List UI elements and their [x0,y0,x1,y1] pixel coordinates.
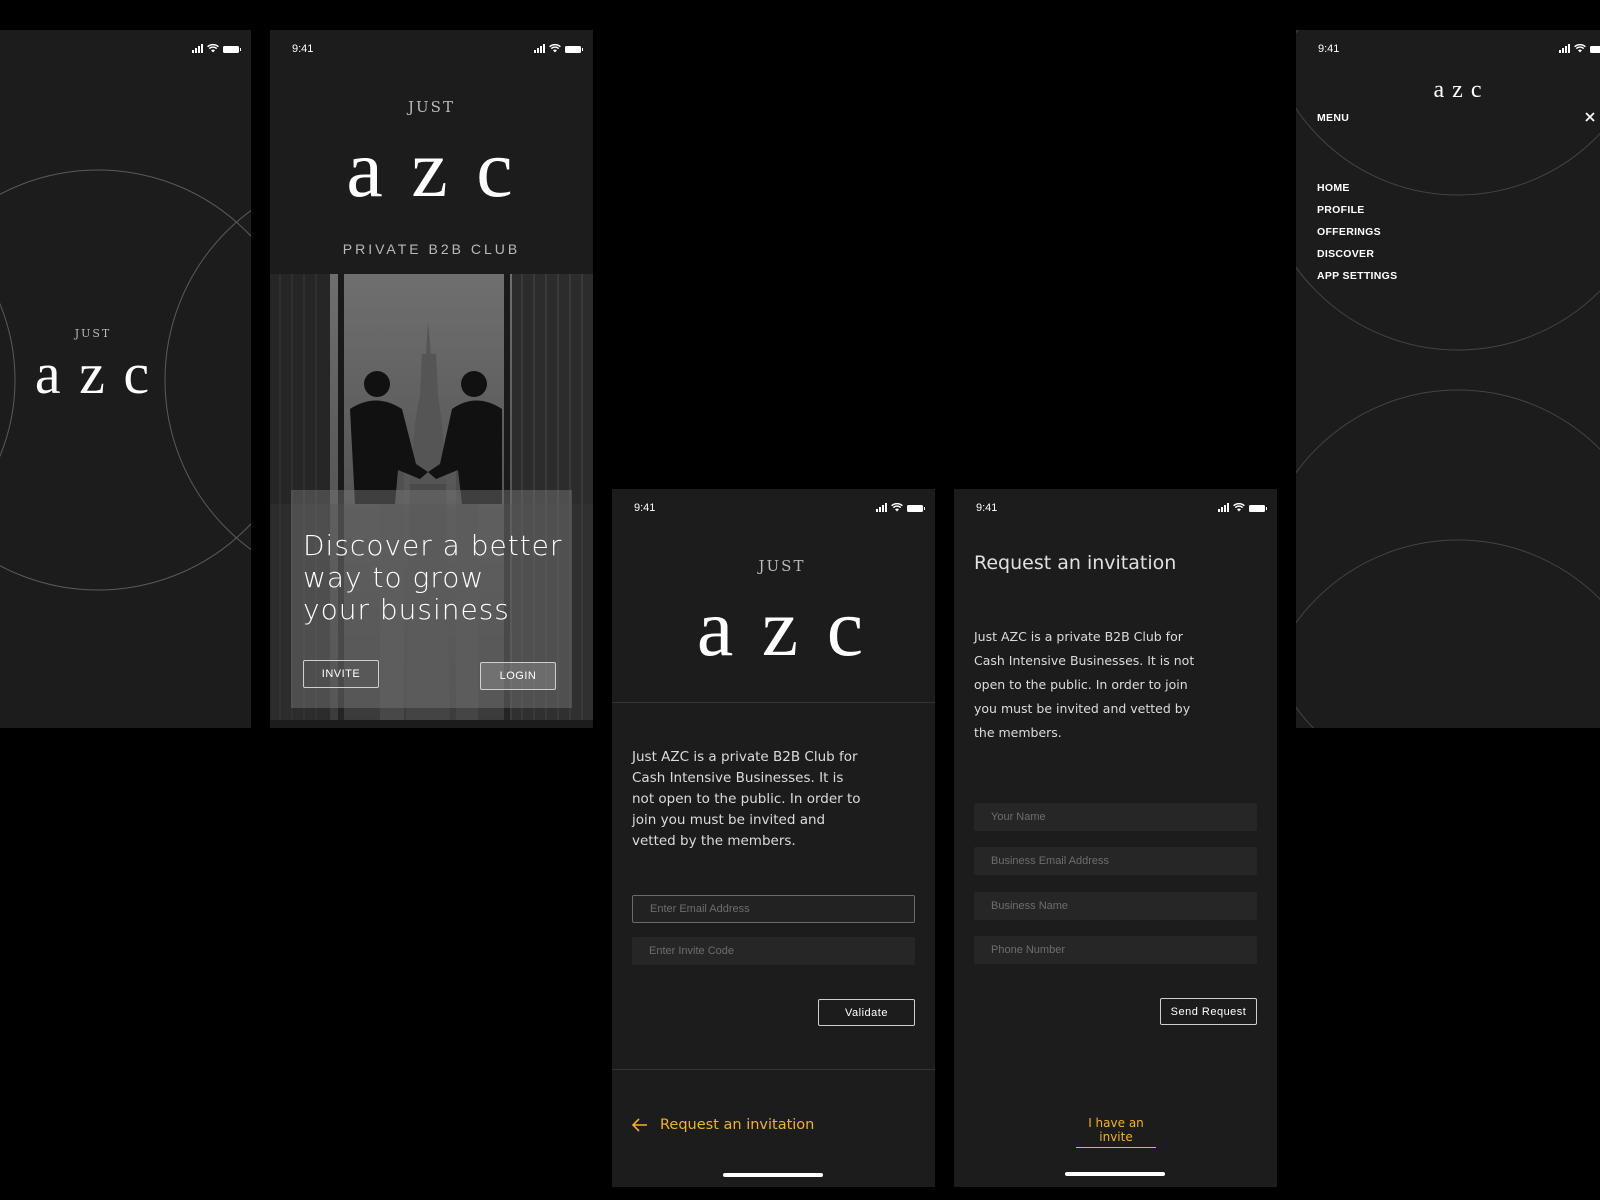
menu-screen: 9:41 a z c MENU HOME PROFILE OFFERINGS D… [1296,30,1600,728]
status-bar: 9:41 [612,489,935,529]
description: Just AZC is a private B2B Club for Cash … [632,747,861,852]
request-invitation-label: Request an invitation [660,1117,815,1133]
description-line-4: join you must be invited and [632,812,826,828]
description-line-3: open to the public. In order to join [974,677,1188,692]
status-icons [1218,503,1267,512]
headline-line-3: your business [303,593,510,626]
divider-top [612,702,935,703]
menu-item-app-settings[interactable]: APP SETTINGS [1317,270,1397,282]
page-title: Request an invitation [974,552,1177,574]
headline-line-1: Discover a better [303,529,563,562]
description-line-2: Cash Intensive Businesses. It is not [974,653,1195,668]
signal-icon [534,44,545,53]
invite-code-field[interactable]: Enter Invite Code [632,937,915,965]
description-line-5: vetted by the members. [632,833,796,849]
description: Just AZC is a private B2B Club for Cash … [974,625,1194,745]
status-bar: 9:41 [954,489,1277,529]
request-screen: 9:41 Request an invitation Just AZC is a… [954,489,1277,1187]
home-indicator [1065,1172,1165,1176]
battery-icon [565,46,583,53]
splash-screen: JUST a z c [0,30,251,728]
send-request-button[interactable]: Send Request [1160,998,1257,1025]
description-line-2: Cash Intensive Businesses. It is [632,770,844,786]
divider-bottom [612,1069,935,1070]
description-line-1: Just AZC is a private B2B Club for [974,629,1183,644]
logo-just: JUST [408,98,455,116]
status-bar: 9:41 [270,30,593,70]
description-line-5: the members. [974,725,1062,740]
logo-azc: a z c [696,582,868,673]
invite-button[interactable]: INVITE [303,660,379,688]
menu-item-discover[interactable]: DISCOVER [1317,248,1374,260]
status-time: 9:41 [634,502,656,514]
description-line-1: Just AZC is a private B2B Club for [632,749,858,765]
wifi-icon [1233,503,1245,512]
close-icon[interactable] [1584,110,1596,122]
hero-card: Discover a better way to grow your busin… [291,490,572,708]
phone-field[interactable]: Phone Number [974,936,1257,964]
menu-item-offerings[interactable]: OFFERINGS [1317,226,1381,238]
arrow-left-icon [632,1118,647,1132]
email-field[interactable]: Enter Email Address [632,895,915,923]
menu-item-home[interactable]: HOME [1317,182,1350,194]
logo-just: JUST [758,557,806,575]
wifi-icon [891,503,903,512]
home-indicator [723,1173,823,1177]
menu-item-profile[interactable]: PROFILE [1317,204,1365,216]
description-line-4: you must be invited and vetted by [974,701,1191,716]
status-icons [534,44,583,53]
menu-logo: a z c [1433,77,1483,103]
business-name-field[interactable]: Business Name [974,892,1257,920]
battery-icon [1249,505,1267,512]
name-field[interactable]: Your Name [974,803,1257,831]
validate-button[interactable]: Validate [818,999,915,1026]
logo-just: JUST [74,327,112,340]
status-time: 9:41 [976,502,998,514]
status-time: 9:41 [292,43,314,55]
headline-line-2: way to grow [303,561,485,594]
business-email-field[interactable]: Business Email Address [974,847,1257,875]
headline: Discover a better way to grow your busin… [303,530,562,626]
login-button[interactable]: LOGIN [480,662,556,690]
request-invitation-link[interactable]: Request an invitation [632,1117,814,1133]
decorative-arcs [1296,30,1600,728]
description-line-3: not open to the public. In order to [632,791,861,807]
landing-screen: 9:41 JUST a z c PRIVATE B2B CLUB Discove… [270,30,593,728]
menu-title: MENU [1317,112,1350,124]
wifi-icon [549,44,561,53]
signal-icon [876,503,887,512]
battery-icon [907,505,925,512]
tagline: PRIVATE B2B CLUB [342,241,521,257]
status-icons [876,503,925,512]
logo-azc: a z c [346,123,517,214]
signal-icon [1218,503,1229,512]
validate-screen: 9:41 JUST a z c Just AZC is a private B2… [612,489,935,1187]
have-invite-link[interactable]: I have an invite [1076,1116,1156,1148]
logo-azc: a z c [34,341,152,406]
